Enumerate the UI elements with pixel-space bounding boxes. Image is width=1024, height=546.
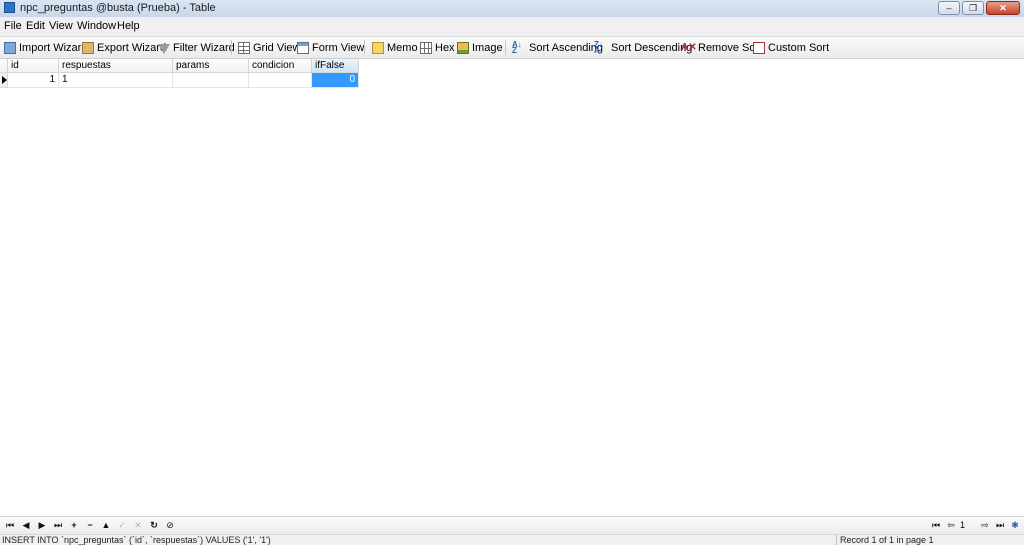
grid-view-button[interactable]: Grid View — [238, 41, 300, 55]
sort-descending-icon: Z↓ A — [594, 40, 603, 55]
first-record-icon[interactable]: ⏮ — [3, 518, 17, 532]
memo-icon — [372, 42, 384, 54]
add-record-icon[interactable]: + — [67, 518, 81, 532]
form-view-label: Form View — [312, 42, 365, 54]
remove-sort-icon: A✕ — [681, 42, 697, 53]
window-title: npc_preguntas @busta (Prueba) - Table — [20, 2, 216, 14]
export-wizard-icon — [82, 42, 94, 54]
current-row-arrow-icon — [2, 76, 7, 84]
grid-corner — [0, 59, 8, 73]
menu-window[interactable]: Window — [77, 20, 116, 32]
export-wizard-button[interactable]: Export Wizard — [82, 41, 166, 55]
column-header-condicion[interactable]: condicion — [249, 59, 312, 73]
memo-button[interactable]: Memo — [372, 41, 418, 55]
page-number-input[interactable]: 1 — [958, 519, 976, 531]
filter-wizard-button[interactable]: Filter Wizard — [158, 41, 235, 55]
table-cell-params[interactable] — [173, 73, 249, 88]
toolbar-separator — [364, 40, 365, 55]
table-cell-respuestas[interactable]: 1 — [59, 73, 173, 88]
export-wizard-label: Export Wizard — [97, 42, 167, 54]
table-cell-id[interactable]: 1 — [8, 73, 59, 88]
hex-icon — [420, 42, 432, 54]
image-icon — [457, 42, 469, 54]
column-header-id[interactable]: id — [8, 59, 59, 73]
last-record-icon[interactable]: ⏭ — [51, 518, 65, 532]
refresh-icon[interactable]: ↻ — [147, 518, 161, 532]
menu-edit[interactable]: Edit — [26, 20, 45, 32]
menu-help[interactable]: Help — [117, 20, 140, 32]
status-bar: INSERT INTO `npc_preguntas` (`id`, `resp… — [0, 534, 1024, 545]
custom-sort-button[interactable]: Custom Sort — [753, 41, 829, 55]
sort-descending-button[interactable]: Z↓ A Sort Descending — [594, 41, 692, 55]
image-button[interactable]: Image — [457, 41, 503, 55]
remove-sort-button[interactable]: A✕ Remove Sort — [681, 41, 762, 55]
grid-view-label: Grid View — [253, 42, 301, 54]
image-label: Image — [472, 42, 503, 54]
delete-record-icon[interactable]: − — [83, 518, 97, 532]
next-record-icon[interactable]: ▶ — [35, 518, 49, 532]
window-controls: – ❐ ✕ — [938, 1, 1020, 15]
form-view-button[interactable]: Form View — [297, 41, 364, 55]
toolbar-separator — [505, 40, 506, 55]
filter-wizard-label: Filter Wizard — [173, 42, 235, 54]
import-wizard-label: Import Wizard — [19, 42, 88, 54]
sort-ascending-button[interactable]: A↓ Z Sort Ascending — [512, 41, 603, 55]
table-cell-iffalse[interactable]: 0 — [312, 73, 359, 88]
record-navigation-bar: ⏮ ◀ ▶ ⏭ + − ▲ ✓ ✕ ↻ ⊘ ⏮ ⇦ 1 ⇨ ⏭ ✱ — [0, 516, 1024, 534]
hex-button[interactable]: Hex — [420, 41, 455, 55]
minimize-button[interactable]: – — [938, 1, 960, 15]
import-wizard-button[interactable]: Import Wizard — [4, 41, 87, 55]
previous-record-icon[interactable]: ◀ — [19, 518, 33, 532]
previous-page-icon[interactable]: ⇦ — [944, 518, 958, 532]
first-page-icon[interactable]: ⏮ — [929, 518, 943, 532]
stop-icon[interactable]: ⊘ — [163, 518, 177, 532]
column-header-iffalse[interactable]: ifFalse — [312, 59, 359, 73]
toolbar-separator — [231, 40, 232, 55]
form-view-icon — [297, 42, 309, 54]
status-sql-text: INSERT INTO `npc_preguntas` (`id`, `resp… — [2, 535, 271, 545]
toolbar: Import Wizard Export Wizard Filter Wizar… — [0, 37, 1024, 59]
menu-view[interactable]: View — [49, 20, 73, 32]
menu-bar: File Edit View Window Help — [0, 17, 1024, 37]
hex-label: Hex — [435, 42, 455, 54]
column-header-respuestas[interactable]: respuestas — [59, 59, 173, 73]
edit-record-icon[interactable]: ▲ — [99, 518, 113, 532]
page-settings-icon[interactable]: ✱ — [1008, 518, 1022, 532]
row-indicator[interactable] — [0, 73, 8, 88]
apply-changes-icon[interactable]: ✓ — [115, 518, 129, 532]
status-record-info: Record 1 of 1 in page 1 — [840, 535, 934, 545]
filter-icon — [158, 43, 170, 54]
custom-sort-icon — [753, 42, 765, 54]
title-bar: npc_preguntas @busta (Prueba) - Table – … — [0, 0, 1024, 18]
discard-changes-icon[interactable]: ✕ — [131, 518, 145, 532]
sort-ascending-icon: A↓ Z — [512, 40, 522, 55]
column-header-params[interactable]: params — [173, 59, 249, 73]
import-wizard-icon — [4, 42, 16, 54]
grid-view-icon — [238, 42, 250, 54]
sort-ascending-label: Sort Ascending — [529, 42, 603, 54]
next-page-icon[interactable]: ⇨ — [978, 518, 992, 532]
memo-label: Memo — [387, 42, 418, 54]
custom-sort-label: Custom Sort — [768, 42, 830, 54]
restore-button[interactable]: ❐ — [962, 1, 984, 15]
table-cell-condicion[interactable] — [249, 73, 312, 88]
last-page-icon[interactable]: ⏭ — [993, 518, 1007, 532]
close-button[interactable]: ✕ — [986, 1, 1020, 15]
table-app-icon — [4, 2, 15, 13]
menu-file[interactable]: File — [4, 20, 22, 32]
